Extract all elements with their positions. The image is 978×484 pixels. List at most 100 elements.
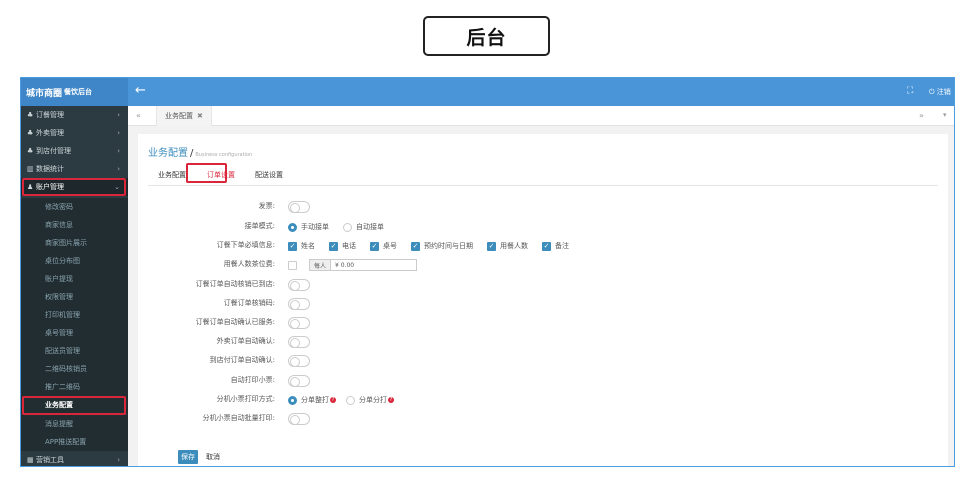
breadcrumb-subtitle: Business configuration xyxy=(195,152,253,158)
radio-manual-accept-label: 手动接单 xyxy=(301,223,329,231)
row-batch-print: 分机小票自动批量打印: xyxy=(138,410,948,428)
back-arrow-icon[interactable]: ← xyxy=(135,83,146,98)
sidebar-subitem-label: 打印机管理 xyxy=(45,311,80,319)
sidebar-subitem-permissions[interactable]: 权限管理 xyxy=(21,288,128,306)
sidebar-item-label: 营销工具 xyxy=(36,456,64,464)
sidebar-item-store-pay[interactable]: ♣ 到店付管理 › xyxy=(21,142,128,160)
order-mode-label: 接单模式: xyxy=(244,222,275,230)
bar-chart-icon: ▥ xyxy=(27,165,34,173)
sidebar-subitem-label: 修改密码 xyxy=(45,203,73,211)
sidebar-subitem-printers[interactable]: 打印机管理 xyxy=(21,306,128,324)
tab-scroll-left-icon[interactable]: « xyxy=(136,111,141,120)
row-invoice: 发票: xyxy=(138,198,948,216)
checkbox-name[interactable]: ✓ xyxy=(288,241,297,251)
logout-label: 注销 xyxy=(936,88,951,96)
chevron-right-icon: › xyxy=(117,165,120,173)
logout-button[interactable]: ⏻ 注销 xyxy=(929,87,951,97)
tab-scroll-right-icon[interactable]: » xyxy=(919,111,924,120)
radio-auto-accept-label: 自动接单 xyxy=(356,223,384,231)
sidebar-item-statistics[interactable]: ▥ 数据统计 › xyxy=(21,160,128,178)
chevron-right-icon: › xyxy=(117,147,120,155)
tabs-bar: « 业务配置 ✖ » ▾ xyxy=(128,106,954,126)
radio-auto-accept[interactable] xyxy=(343,222,352,232)
cancel-button[interactable]: 取消 xyxy=(204,450,222,464)
auto-confirm-served-toggle[interactable] xyxy=(288,317,310,329)
sidebar-subitem-merchant-info[interactable]: 商家信息 xyxy=(21,216,128,234)
auto-confirm-served-label: 订餐订单自动确认已服务: xyxy=(195,318,275,326)
checkbox-notes-label: 备注 xyxy=(555,242,569,250)
breadcrumb-title: 业务配置 xyxy=(148,148,188,159)
row-takeout-confirm: 外卖订单自动确认: xyxy=(138,333,948,351)
radio-print-whole-label: 分单整打 xyxy=(301,396,329,404)
verify-code-toggle[interactable] xyxy=(288,298,310,310)
sidebar-subitem-change-password[interactable]: 修改密码 xyxy=(21,198,128,216)
tab-label: 业务配置 xyxy=(165,112,193,120)
sidebar-subitem-couriers[interactable]: 配送员管理 xyxy=(21,342,128,360)
expand-icon[interactable]: ⛶ xyxy=(907,86,913,96)
subtabs: 业务配置 订单设置 配送设置 xyxy=(148,166,938,186)
brand-logo[interactable]: 城市商圈 餐饮后台 xyxy=(21,78,128,106)
row-auto-verify: 订餐订单自动核销已到店: xyxy=(138,276,948,294)
verify-code-label: 订餐订单核销码: xyxy=(223,299,275,307)
chevron-right-icon: › xyxy=(117,456,120,464)
tab-dropdown-icon[interactable]: ▾ xyxy=(943,111,947,119)
radio-print-split[interactable] xyxy=(346,395,355,405)
row-print-mode: 分机小票打印方式: 分单整打 ? 分单分打 ? xyxy=(138,391,948,409)
subtab-business-config[interactable]: 业务配置 xyxy=(158,170,186,180)
takeout-confirm-toggle[interactable] xyxy=(288,336,310,348)
auto-print-toggle[interactable] xyxy=(288,375,310,387)
checkbox-party-size[interactable]: ✓ xyxy=(487,241,496,251)
sidebar-subitem-app-push[interactable]: APP推送配置 xyxy=(21,433,128,451)
brand-subtitle: 餐饮后台 xyxy=(64,88,93,96)
radio-manual-accept[interactable] xyxy=(288,222,297,232)
help-icon[interactable]: ? xyxy=(330,397,336,403)
sidebar-subitem-withdraw[interactable]: 账户提现 xyxy=(21,270,128,288)
highlight-box-order-settings xyxy=(186,163,227,183)
tools-icon: ▦ xyxy=(27,456,34,464)
sidebar-subitem-merchant-photos[interactable]: 商家图片展示 xyxy=(21,234,128,252)
tea-fee-label: 用餐人数茶位费: xyxy=(223,260,275,268)
sidebar-item-order-meal[interactable]: ♣ 订餐管理 › xyxy=(21,106,128,124)
breadcrumb-separator: / xyxy=(190,148,194,159)
tea-fee-input[interactable]: ¥ 0.00 xyxy=(331,259,418,271)
checkbox-table-label: 桌号 xyxy=(383,242,397,250)
checkbox-phone[interactable]: ✓ xyxy=(329,241,338,251)
batch-print-toggle[interactable] xyxy=(288,413,310,425)
checkbox-notes[interactable]: ✓ xyxy=(542,241,551,251)
sidebar-item-takeout[interactable]: ♣ 外卖管理 › xyxy=(21,124,128,142)
save-button[interactable]: 保存 xyxy=(178,450,198,464)
sidebar-subitem-promo-qr[interactable]: 推广二维码 xyxy=(21,378,128,396)
tea-fee-prefix: 每人 xyxy=(309,259,332,271)
sidebar-item-marketing[interactable]: ▦ 营销工具 › xyxy=(21,451,128,466)
batch-print-label: 分机小票自动批量打印: xyxy=(202,414,275,422)
invoice-label: 发票: xyxy=(258,202,275,210)
app-window: 城市商圈 餐饮后台 ← ⛶ ⏻ 注销 ♣ 订餐管理 › ♣ 外卖管理 › ♣ 到… xyxy=(20,77,955,467)
sidebar-subitem-notifications[interactable]: 消息提醒 xyxy=(21,415,128,433)
sidebar-subitem-table-numbers[interactable]: 桌号管理 xyxy=(21,324,128,342)
sidebar-subitem-label: 桌位分布图 xyxy=(45,257,80,265)
sidebar-subitem-label: 消息提醒 xyxy=(45,420,73,428)
checkbox-tea-fee[interactable] xyxy=(288,260,297,270)
highlight-box-business-config xyxy=(22,396,126,415)
sidebar-subitem-label: 账户提现 xyxy=(45,275,73,283)
checkbox-reservation-time[interactable]: ✓ xyxy=(411,241,420,251)
sidebar-subitem-label: 二维码核销员 xyxy=(45,365,87,373)
auto-verify-toggle[interactable] xyxy=(288,279,310,291)
checkbox-table[interactable]: ✓ xyxy=(370,241,379,251)
sidebar-subitem-table-map[interactable]: 桌位分布图 xyxy=(21,252,128,270)
row-order-mode: 接单模式: 手动接单 自动接单 xyxy=(138,218,948,236)
help-icon[interactable]: ? xyxy=(388,397,394,403)
sidebar-subitem-qr-verifiers[interactable]: 二维码核销员 xyxy=(21,360,128,378)
storepay-confirm-toggle[interactable] xyxy=(288,355,310,367)
sidebar-item-label: 外卖管理 xyxy=(36,129,64,137)
subtab-delivery-settings[interactable]: 配送设置 xyxy=(255,170,283,180)
close-icon[interactable]: ✖ xyxy=(197,112,203,120)
invoice-toggle[interactable] xyxy=(288,201,310,213)
sidebar-subitem-label: 推广二维码 xyxy=(45,383,80,391)
radio-print-whole[interactable] xyxy=(288,395,297,405)
sidebar-subitem-label: 桌号管理 xyxy=(45,329,73,337)
auto-print-label: 自动打印小票: xyxy=(230,376,275,384)
sidebar-subitem-label: 商家图片展示 xyxy=(45,239,87,247)
tab-business-config[interactable]: 业务配置 ✖ xyxy=(156,106,212,126)
sidebar-item-label: 数据统计 xyxy=(36,165,64,173)
